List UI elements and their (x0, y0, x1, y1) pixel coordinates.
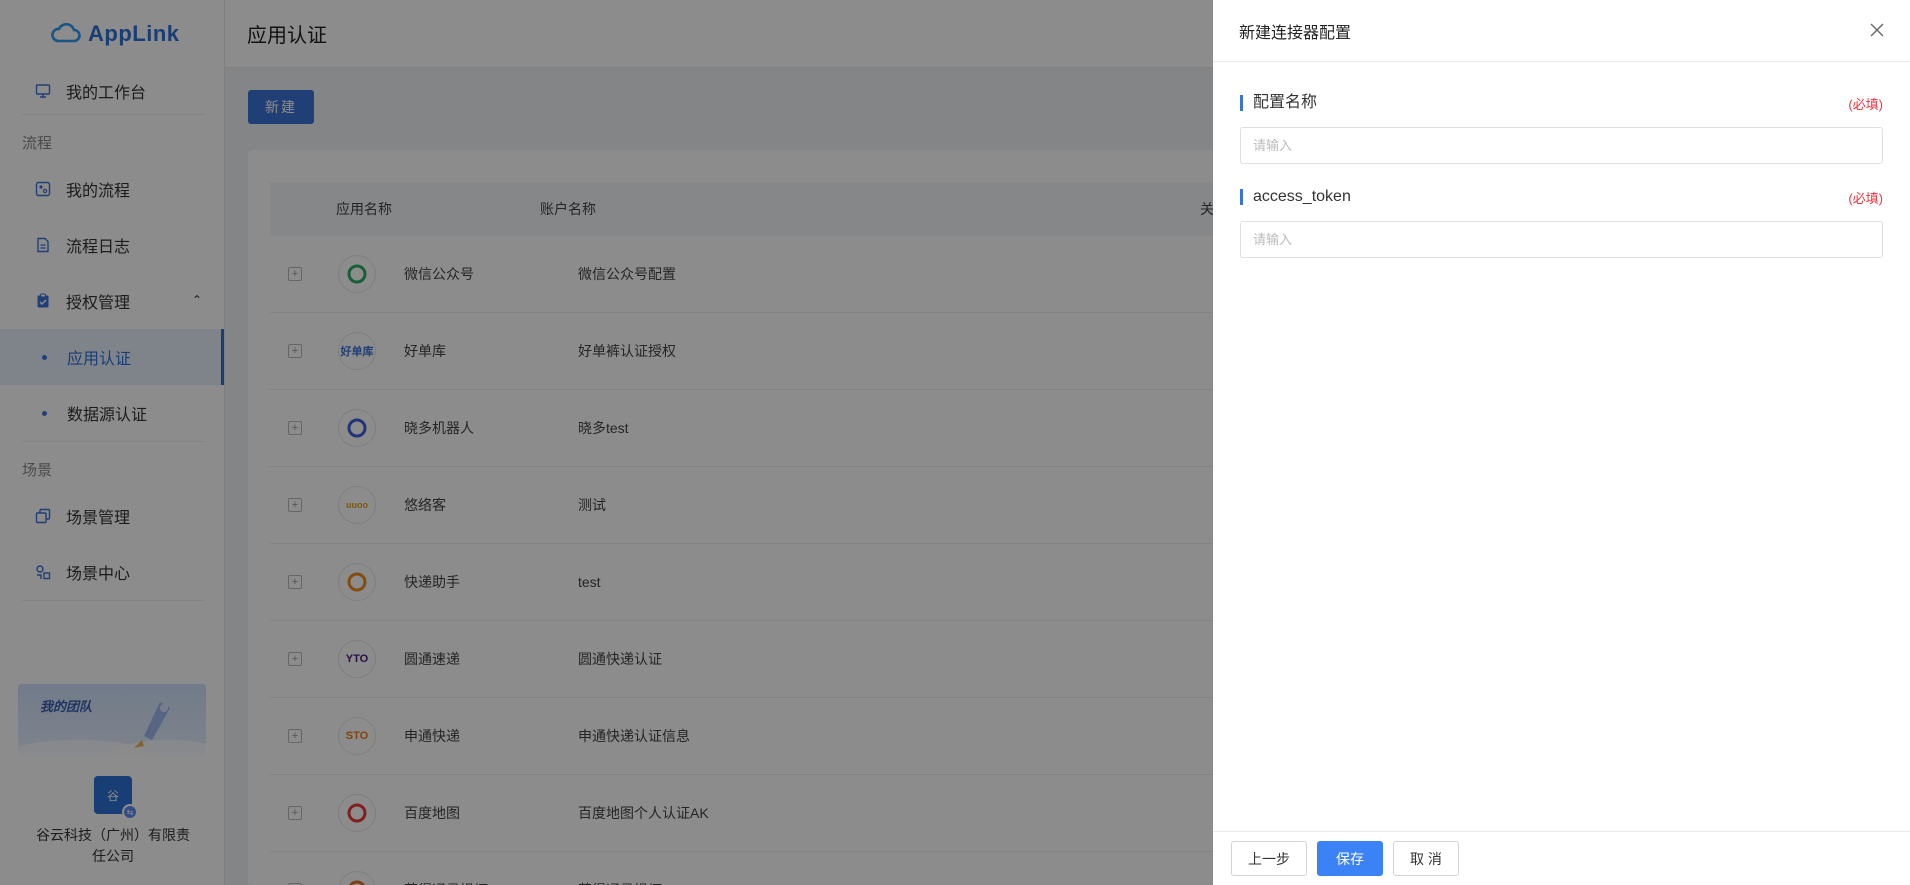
required-tag: (必填) (1848, 96, 1883, 112)
drawer-footer: 上一步 保存 取 消 (1213, 831, 1910, 885)
field-label-row: access_token (必填) (1240, 186, 1883, 208)
close-icon[interactable] (1866, 19, 1888, 41)
access-token-field: access_token (必填) (1240, 186, 1883, 258)
field-label: 配置名称 (1240, 95, 1317, 111)
required-tag: (必填) (1848, 190, 1883, 206)
config-name-input[interactable] (1240, 127, 1883, 164)
field-label: access_token (1240, 189, 1351, 205)
save-button[interactable]: 保存 (1317, 841, 1383, 876)
prev-step-button[interactable]: 上一步 (1231, 841, 1307, 876)
drawer-title: 新建连接器配置 (1239, 24, 1352, 42)
config-name-field: 配置名称 (必填) (1240, 92, 1883, 164)
config-drawer: 新建连接器配置 配置名称 (必填) access_token (必填) 上一步 … (1213, 0, 1910, 885)
drawer-header: 新建连接器配置 (1213, 0, 1910, 62)
field-label-row: 配置名称 (必填) (1240, 92, 1883, 114)
cancel-button[interactable]: 取 消 (1393, 841, 1459, 876)
access-token-input[interactable] (1240, 221, 1883, 258)
